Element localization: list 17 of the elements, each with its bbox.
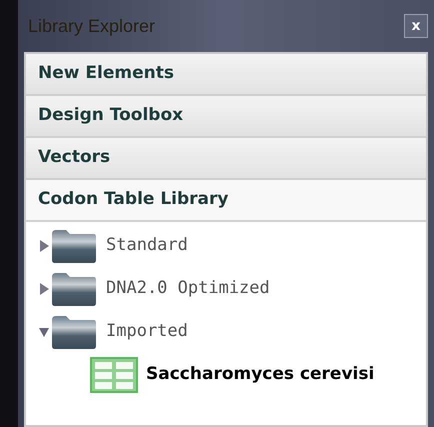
tree-item[interactable]: DNA2.0 Optimized xyxy=(26,267,426,310)
folder-icon xyxy=(50,228,98,264)
tree-item[interactable]: Saccharomyces cerevisi xyxy=(26,353,426,396)
expanded-arrow-icon[interactable] xyxy=(38,326,50,338)
collapsed-arrow-icon[interactable] xyxy=(38,282,50,294)
accordion-header[interactable]: Codon Table Library xyxy=(26,180,426,222)
tree-item[interactable]: Imported xyxy=(26,310,426,353)
window-title: Library Explorer xyxy=(28,14,156,38)
collapsed-arrow-icon[interactable] xyxy=(38,240,50,252)
tree-item[interactable]: Standard xyxy=(26,224,426,267)
table-icon xyxy=(90,356,138,392)
folder-icon xyxy=(50,314,98,350)
accordion-header[interactable]: Vectors xyxy=(26,138,426,180)
close-button[interactable]: x xyxy=(404,14,428,38)
accordion-header[interactable]: New Elements xyxy=(26,54,426,96)
folder-icon xyxy=(50,270,98,306)
accordion-header[interactable]: Design Toolbox xyxy=(26,96,426,138)
